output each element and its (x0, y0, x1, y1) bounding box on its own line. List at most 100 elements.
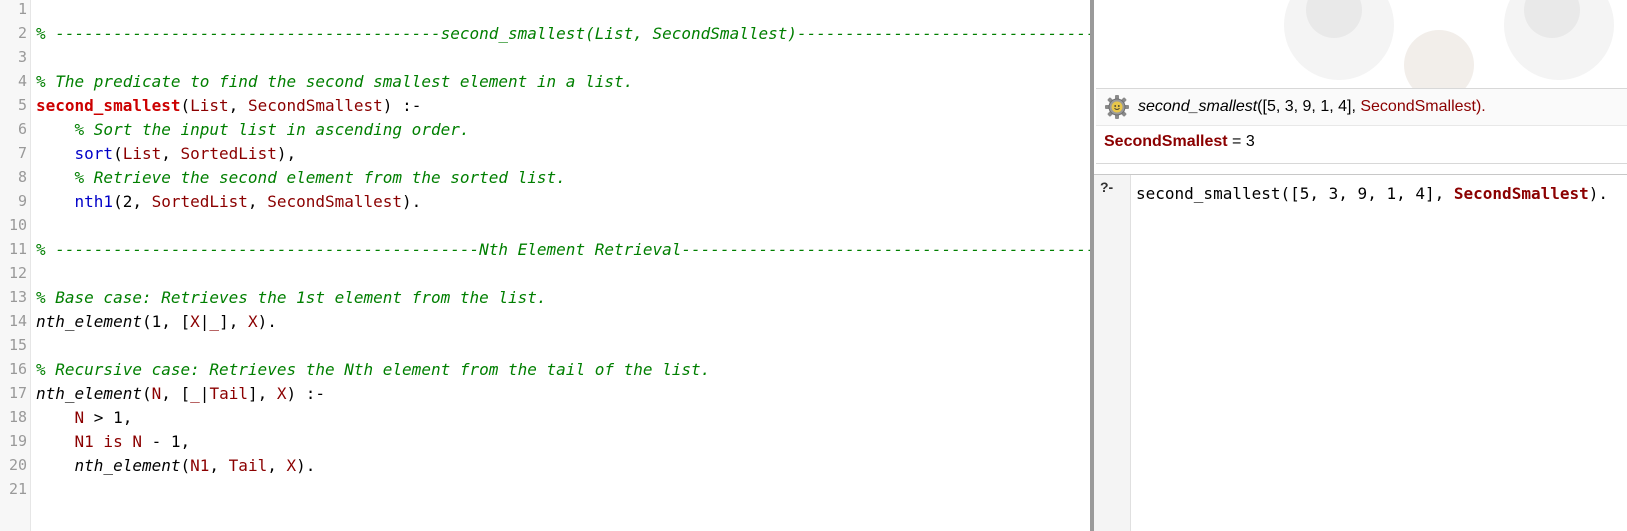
variable: X (190, 312, 200, 331)
gear-icon (1105, 95, 1129, 119)
variable: Tail (228, 456, 268, 475)
comment-text: % Sort the input list in ascending order… (36, 120, 470, 139)
variable: Tail (209, 384, 248, 403)
comment-text: ----------------------------------------… (797, 24, 1090, 43)
query-pane: second_smallest([5, 3, 9, 1, 4], SecondS… (1094, 0, 1627, 531)
punctuation: ( (141, 384, 152, 403)
punctuation: - 1, (141, 432, 191, 451)
variable: List (122, 144, 162, 163)
line-number: 21 (8, 480, 27, 498)
variable: N (74, 408, 85, 427)
operator: is (93, 432, 133, 451)
query-console[interactable]: ?- second_smallest([5, 3, 9, 1, 4], Seco… (1094, 174, 1627, 531)
punctuation: ). (296, 456, 316, 475)
punctuation: (1, [ (141, 312, 191, 331)
line-number: 5 (17, 96, 27, 114)
query-args: ([5, 3, 9, 1, 4], (1257, 98, 1361, 115)
variable: SortedList (151, 192, 248, 211)
code-editor[interactable]: 1 2 % -----------------------------------… (0, 0, 1090, 531)
line-number: 20 (8, 456, 27, 474)
punctuation: (2, (113, 192, 152, 211)
line-number: 10 (8, 216, 27, 234)
query-input-variable: SecondSmallest (1453, 184, 1589, 203)
comment-text: % --------------------------------------… (36, 240, 480, 259)
punctuation: ) :- (382, 96, 422, 115)
query-input-text: second_smallest([5, 3, 9, 1, 4], (1136, 184, 1454, 203)
variable: _ (190, 384, 200, 403)
query-prompt: ?- (1100, 179, 1114, 195)
line-number: 14 (8, 312, 27, 330)
punctuation: , (228, 96, 248, 115)
comment-text: % The predicate to find the second small… (36, 72, 634, 91)
predicate-name: nth_element (36, 384, 142, 403)
query-predicate: second_smallest (1138, 98, 1258, 115)
line-number: 12 (8, 264, 27, 282)
answer-query-row: second_smallest([5, 3, 9, 1, 4], SecondS… (1096, 89, 1627, 126)
predicate-name: nth_element (36, 312, 142, 331)
line-number: 2 (17, 24, 27, 42)
comment-text: % Base case: Retrieves the 1st element f… (36, 288, 547, 307)
punctuation: ], (219, 312, 248, 331)
line-number: 11 (8, 240, 27, 258)
variable: N1 (74, 432, 94, 451)
answer-query: second_smallest([5, 3, 9, 1, 4], SecondS… (1138, 96, 1486, 118)
punctuation: , (161, 144, 181, 163)
builtin-predicate: nth1 (74, 192, 114, 211)
punctuation: ) :- (286, 384, 326, 403)
variable: SecondSmallest (267, 192, 403, 211)
predicate-name: nth_element (74, 456, 181, 475)
variable: SecondSmallest (247, 96, 383, 115)
punctuation: ), (276, 144, 297, 163)
punctuation: > 1, (84, 408, 133, 427)
query-input-text: ). (1588, 184, 1609, 203)
result-variable: SecondSmallest (1104, 133, 1228, 150)
punctuation: ). (257, 312, 277, 331)
line-number: 6 (17, 120, 27, 138)
line-number: 1 (17, 0, 27, 18)
variable: N1 (190, 456, 210, 475)
answer-panel: second_smallest([5, 3, 9, 1, 4], SecondS… (1096, 88, 1627, 164)
line-number: 15 (8, 336, 27, 354)
line-number: 17 (8, 384, 27, 402)
variable: List (190, 96, 229, 115)
line-number: 9 (17, 192, 27, 210)
query-variable: SecondSmallest (1360, 98, 1476, 115)
punctuation: , (247, 192, 268, 211)
section-title: Nth Element Retrieval (479, 240, 682, 259)
result-value: = 3 (1227, 133, 1255, 150)
line-number: 16 (8, 360, 27, 378)
builtin-predicate: sort (74, 144, 114, 163)
line-number: 3 (17, 48, 27, 66)
punctuation: , (209, 456, 229, 475)
query-input[interactable]: second_smallest([5, 3, 9, 1, 4], SecondS… (1136, 183, 1608, 205)
line-number: 19 (8, 432, 27, 450)
comment-text: % --------------------------------------… (36, 24, 441, 43)
variable: SortedList (180, 144, 277, 163)
punctuation: ], (247, 384, 277, 403)
section-title: second_smallest(List, SecondSmallest) (440, 24, 797, 43)
line-number: 4 (17, 72, 27, 90)
query-end: ). (1475, 98, 1486, 115)
predicate-head: second_smallest (36, 96, 181, 115)
punctuation: , [ (161, 384, 191, 403)
line-number: 8 (17, 168, 27, 186)
punctuation: | (199, 384, 210, 403)
variable: _ (209, 312, 220, 331)
punctuation: ( (180, 456, 191, 475)
variable: N (151, 384, 162, 403)
punctuation: , (267, 456, 287, 475)
variable: X (247, 312, 258, 331)
background-logo-art (1094, 0, 1627, 100)
comment-text: % Retrieve the second element from the s… (36, 168, 566, 187)
comment-text: % Recursive case: Retrieves the Nth elem… (36, 360, 711, 379)
prompt-column: ?- (1094, 175, 1131, 531)
variable: X (286, 456, 297, 475)
punctuation: | (199, 312, 210, 331)
punctuation: ). (402, 192, 422, 211)
comment-text: ----------------------------------------… (681, 240, 1090, 259)
